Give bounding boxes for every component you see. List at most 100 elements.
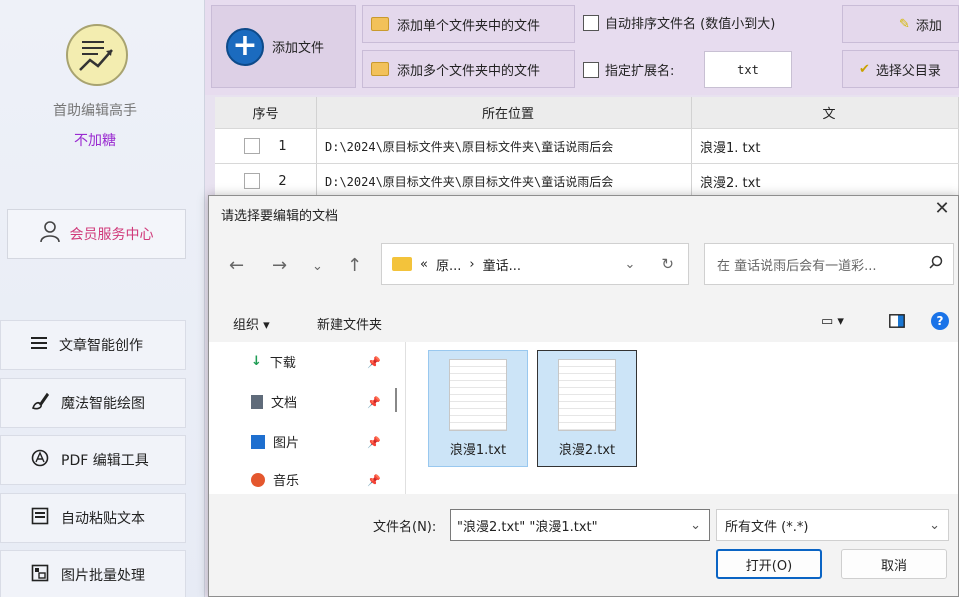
search-icon[interactable] [929, 255, 943, 273]
checkbox-box[interactable] [583, 14, 599, 31]
address-overflow[interactable]: « [420, 257, 428, 272]
tree-label: 音乐 [273, 474, 300, 489]
file-open-dialog: 请选择要编辑的文档 ✕ ← → ⌄ ↑ « 原... › 童话... ⌄ ↻ 在… [208, 195, 959, 597]
file-item[interactable]: 浪漫2.txt [537, 350, 637, 467]
tree-item-music[interactable]: 音乐 [251, 470, 299, 489]
document-icon [251, 394, 263, 409]
nav-magic-drawing[interactable]: 魔法智能绘图 [0, 378, 186, 428]
header-location[interactable]: 所在位置 [317, 97, 692, 128]
nav-article-creation[interactable]: 文章智能创作 [0, 320, 186, 370]
filename-input[interactable]: "浪漫2.txt" "浪漫1.txt" ⌄ [450, 509, 710, 541]
tree-scrollbar[interactable] [395, 388, 397, 412]
address-segment[interactable]: 原... [436, 255, 461, 274]
tree-label: 下载 [269, 356, 296, 371]
address-bar[interactable]: « 原... › 童话... ⌄ ↻ [381, 243, 689, 285]
tree-item-pictures[interactable]: 图片 [251, 432, 299, 451]
row-name: 浪漫1. txt [692, 129, 959, 163]
file-list: 浪漫1.txt 浪漫2.txt [405, 342, 958, 494]
preview-pane-icon[interactable] [889, 314, 905, 332]
table-row[interactable]: 2 D:\2024\原目标文件夹\原目标文件夹\童话说雨后会 浪漫2. txt [215, 164, 959, 199]
pdf-icon [31, 449, 49, 471]
table-header: 序号 所在位置 文 [215, 97, 959, 129]
member-center-label: 会员服务中心 [69, 227, 154, 243]
picture-icon [251, 434, 265, 449]
nav-label: 自动粘贴文本 [61, 511, 145, 527]
address-separator: › [469, 256, 475, 272]
add-multi-folder-button[interactable]: 添加多个文件夹中的文件 [362, 50, 575, 88]
chevron-down-icon[interactable]: ⌄ [690, 518, 701, 533]
add-single-folder-label: 添加单个文件夹中的文件 [397, 18, 541, 34]
header-no[interactable]: 序号 [215, 97, 317, 128]
view-icon[interactable]: ▭ ▾ [821, 314, 844, 329]
add-multi-folder-label: 添加多个文件夹中的文件 [397, 63, 541, 79]
app-sub-label[interactable]: 不加糖 [0, 130, 190, 150]
nav-auto-paste[interactable]: 自动粘贴文本 [0, 493, 186, 543]
row-no-cell: 1 [215, 129, 317, 163]
organize-menu[interactable]: 组织 ▾ [233, 314, 270, 333]
folder-icon [371, 17, 389, 31]
download-icon: ↓ [251, 354, 262, 369]
row-checkbox[interactable] [244, 138, 261, 154]
add-file-label: 添加文件 [272, 41, 325, 56]
tree-item-documents[interactable]: 文档 [251, 392, 297, 411]
forward-arrow-icon[interactable]: → [272, 255, 287, 276]
cancel-button[interactable]: 取消 [841, 549, 947, 579]
add-single-folder-button[interactable]: 添加单个文件夹中的文件 [362, 5, 575, 43]
menu-icon [31, 336, 47, 354]
search-placeholder: 在 童话说雨后会有一道彩... [717, 258, 877, 274]
refresh-icon[interactable]: ↻ [661, 255, 674, 273]
row-path: D:\2024\原目标文件夹\原目标文件夹\童话说雨后会 [317, 164, 692, 198]
chevron-down-icon[interactable]: ⌄ [312, 259, 323, 274]
paste-icon [31, 507, 49, 529]
music-icon [251, 472, 265, 487]
checkbox-box[interactable] [583, 61, 599, 78]
extension-input[interactable]: txt [704, 51, 792, 88]
pin-icon[interactable]: 📌 [367, 356, 381, 369]
sidebar: 首助编辑高手 不加糖 会员服务中心 文章智能创作 魔法智能绘图 PDF 编辑工具… [0, 0, 205, 597]
auto-sort-checkbox[interactable]: 自动排序文件名 (数值小到大) [583, 13, 775, 32]
nav-image-batch[interactable]: 图片批量处理 [0, 550, 186, 597]
add-file-button[interactable]: + 添加文件 [211, 5, 356, 88]
filename-label: 文件名(N): [373, 520, 437, 535]
check-shield-icon: ✔ [859, 61, 870, 77]
tree-label: 图片 [273, 436, 300, 451]
pin-icon[interactable]: 📌 [367, 474, 381, 487]
back-arrow-icon[interactable]: ← [229, 255, 244, 276]
file-name: 浪漫1.txt [449, 443, 507, 458]
text-file-icon [558, 359, 616, 431]
search-box[interactable]: 在 童话说雨后会有一道彩... [704, 243, 954, 285]
tree-label: 文档 [271, 396, 298, 411]
file-type-select[interactable]: 所有文件 (*.*) ⌄ [716, 509, 949, 541]
nav-label: PDF 编辑工具 [61, 453, 149, 469]
app-name: 首助编辑高手 [53, 103, 137, 119]
add-more-label: 添加 [915, 18, 942, 34]
add-more-button[interactable]: ✎ 添加 [842, 5, 959, 43]
file-name: 浪漫2.txt [558, 443, 616, 458]
brush-icon [31, 392, 50, 414]
file-item[interactable]: 浪漫1.txt [428, 350, 528, 467]
close-icon[interactable]: ✕ [930, 198, 954, 222]
row-checkbox[interactable] [244, 173, 261, 189]
member-center-button[interactable]: 会员服务中心 [7, 209, 186, 259]
up-arrow-icon[interactable]: ↑ [347, 255, 362, 276]
header-name[interactable]: 文 [692, 97, 959, 128]
help-icon[interactable]: ? [931, 312, 949, 330]
specify-ext-label: 指定扩展名: [605, 64, 675, 79]
nav-pdf-tools[interactable]: PDF 编辑工具 [0, 435, 186, 485]
chevron-down-icon[interactable]: ⌄ [929, 518, 940, 533]
pin-icon[interactable]: 📌 [367, 436, 381, 449]
open-button[interactable]: 打开(O) [716, 549, 822, 579]
table-row[interactable]: 1 D:\2024\原目标文件夹\原目标文件夹\童话说雨后会 浪漫1. txt [215, 129, 959, 164]
specify-ext-checkbox[interactable]: 指定扩展名: [583, 60, 674, 79]
user-icon [39, 221, 60, 247]
row-name: 浪漫2. txt [692, 164, 959, 198]
folder-icon [371, 62, 389, 76]
new-folder-button[interactable]: 新建文件夹 [317, 314, 382, 333]
address-segment[interactable]: 童话... [483, 255, 521, 274]
choose-parent-label: 选择父目录 [875, 63, 941, 79]
pin-icon[interactable]: 📌 [367, 396, 381, 409]
tree-item-downloads[interactable]: ↓ 下载 [251, 352, 296, 371]
chevron-down-icon[interactable]: ⌄ [625, 257, 636, 272]
choose-parent-button[interactable]: ✔ 选择父目录 [842, 50, 959, 88]
navigation-tree: ↓ 下载 📌 文档 📌 图片 📌 音乐 📌 [209, 342, 405, 494]
